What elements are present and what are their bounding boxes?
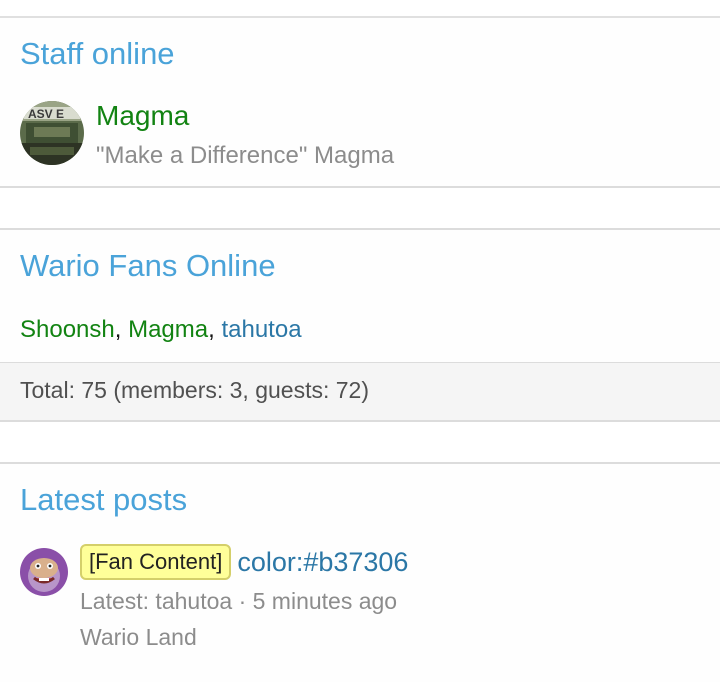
latest-posts-block: Latest posts [Fan Content] color:#b37306 … [0,462,720,682]
latest-posts-title[interactable]: Latest posts [20,482,187,518]
online-total-text: Total: 75 (members: 3, guests: 72) [20,377,369,403]
post-title-link[interactable]: color:#b37306 [237,547,408,578]
staff-online-title[interactable]: Staff online [20,36,175,72]
staff-user-title: "Make a Difference" Magma [96,142,395,169]
avatar[interactable] [20,548,68,596]
post-forum-link[interactable]: Wario Land [80,624,197,651]
fans-online-block: Wario Fans Online Shoonsh, Magma, tahuto… [0,228,720,422]
list-separator: , [114,316,129,343]
latest-post-title-line: [Fan Content] color:#b37306 [80,544,408,580]
post-latest-meta[interactable]: Latest: tahutoa · 5 minutes ago [80,588,397,615]
online-user-link[interactable]: Magma [128,316,208,343]
list-separator: , [208,316,222,343]
post-prefix-label[interactable]: [Fan Content] [80,544,232,580]
online-users-list: Shoonsh, Magma, tahutoa [20,316,302,344]
staff-online-block: Staff online ASV E Magma "Make a Differe… [0,16,720,188]
online-user-link[interactable]: tahutoa [221,316,301,343]
svg-text:ASV E: ASV E [28,107,64,121]
online-total-footer: Total: 75 (members: 3, guests: 72) [0,362,720,420]
fans-online-title[interactable]: Wario Fans Online [20,248,276,284]
online-user-link[interactable]: Shoonsh [20,316,115,343]
staff-user-name[interactable]: Magma [96,100,189,132]
avatar[interactable]: ASV E [20,101,84,165]
